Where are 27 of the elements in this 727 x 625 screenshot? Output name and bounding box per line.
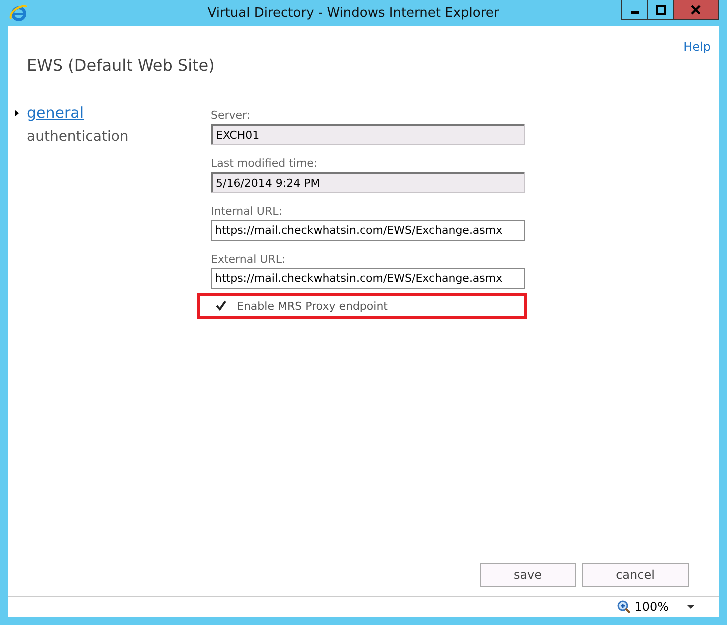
field-label: Last modified time:	[211, 157, 319, 170]
checkbox[interactable]	[214, 300, 227, 312]
zoom-icon	[616, 600, 631, 614]
browser-logo-icon	[9, 3, 29, 23]
cancel-button[interactable]: cancel	[582, 563, 689, 587]
input-field[interactable]: 5/16/2014 9:24 PM	[211, 172, 525, 193]
field-label: Server:	[211, 109, 252, 122]
nav-item[interactable]: authentication	[27, 129, 129, 145]
minimize-button[interactable]	[621, 0, 648, 20]
dropdown-caret-icon[interactable]	[687, 605, 695, 609]
input-field[interactable]: https://mail.checkwhatsin.com/EWS/Exchange.asmx	[211, 220, 525, 241]
zoom-level[interactable]: 100%	[634, 600, 669, 614]
field-label: External URL:	[211, 253, 287, 266]
nav-item[interactable]: general	[27, 104, 84, 122]
close-icon	[691, 4, 701, 14]
checkbox-label: Enable MRS Proxy endpoint	[237, 300, 388, 312]
input-field[interactable]: EXCH01	[211, 124, 525, 145]
caret-icon	[15, 110, 19, 117]
maximize-icon	[656, 4, 666, 14]
minimize-icon	[630, 11, 638, 14]
window-title: Virtual Directory - Windows Internet Explorer	[208, 6, 500, 20]
field-label: Internal URL:	[211, 205, 284, 218]
close-button[interactable]	[673, 0, 719, 20]
save-button[interactable]: save	[480, 563, 576, 587]
input-field[interactable]: https://mail.checkwhatsin.com/EWS/Exchange.asmx	[211, 268, 525, 289]
help-link[interactable]: Help	[684, 40, 711, 54]
page-title: EWS (Default Web Site)	[26, 56, 216, 75]
